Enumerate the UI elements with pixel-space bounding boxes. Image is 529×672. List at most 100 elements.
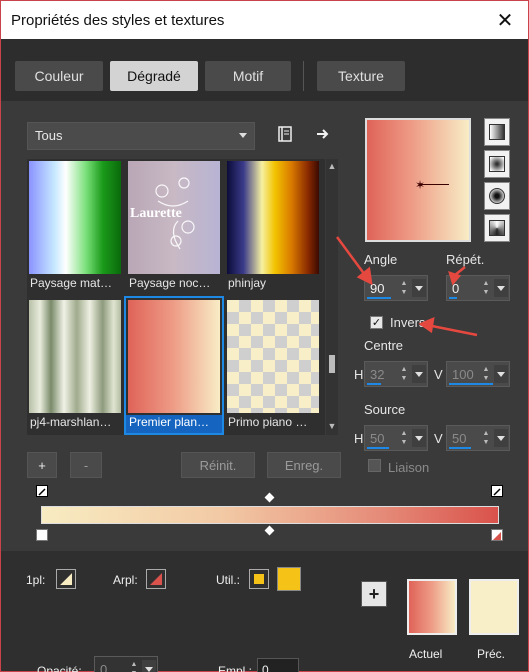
thumb-label: Primo piano … — [225, 415, 321, 433]
bottom-midpoint-marker[interactable] — [264, 525, 275, 536]
category-value: Tous — [35, 128, 63, 143]
source-h-slider-bar — [367, 447, 389, 449]
gradient-gallery: Paysage mat… Laurette Paysage noc… phinj… — [27, 159, 325, 435]
close-icon[interactable]: ✕ — [492, 7, 518, 33]
center-h-slider-bar — [367, 383, 381, 385]
source-v-label: V — [434, 431, 443, 446]
add-swatch-button[interactable]: + — [361, 581, 387, 607]
gradient-editor — [27, 485, 507, 545]
thumb-paysage-mat[interactable]: Paysage mat… — [27, 159, 123, 294]
source-h-value: 50 — [370, 431, 385, 446]
thumb-label: Premier plan… — [126, 415, 222, 433]
thumb-image — [227, 161, 319, 274]
thumb-label: pj4-marshlan… — [27, 415, 123, 433]
annotation-arrows — [335, 236, 478, 337]
center-v-slider-bar — [449, 383, 493, 385]
thumb-image: Laurette — [128, 161, 220, 274]
background-swatch[interactable] — [146, 569, 166, 589]
user-color-chip — [254, 574, 264, 584]
scroll-up-icon[interactable]: ▲ — [327, 161, 337, 173]
tab-bar: Couleur Dégradé Motif Texture — [1, 39, 528, 101]
radial-style-button[interactable] — [484, 182, 510, 210]
center-marker-icon[interactable]: ✶ — [415, 178, 425, 192]
thumb-primo-piano[interactable]: Primo piano … — [225, 298, 321, 433]
direction-line — [419, 184, 449, 185]
opacity-label: Opacité: — [37, 664, 82, 672]
thumb-image — [29, 300, 121, 413]
previous-label: Préc. — [477, 647, 506, 661]
watermark-text: Laurette — [130, 206, 182, 221]
source-h-dropdown-icon[interactable] — [412, 429, 426, 447]
top-midpoint-marker[interactable] — [264, 492, 275, 503]
reset-button[interactable]: Réinit. — [181, 452, 255, 478]
gradient-bar[interactable] — [41, 506, 499, 524]
styles-textures-window: Propriétés des styles et textures ✕ Coul… — [1, 1, 528, 672]
floral-watermark-icon: Laurette — [130, 177, 195, 250]
gradient-panel: Tous Paysage mat… Laurette Paysage noc… … — [1, 101, 528, 551]
thumb-phinjay[interactable]: phinjay — [225, 159, 321, 294]
top-right-stop[interactable] — [491, 485, 503, 497]
dialog-content: Couleur Dégradé Motif Texture Tous Paysa… — [1, 39, 528, 672]
scroll-down-icon[interactable]: ▼ — [327, 421, 337, 433]
thumb-label: phinjay — [225, 276, 321, 294]
opacity-dropdown-icon[interactable] — [142, 660, 156, 672]
user-color-swatch[interactable] — [277, 567, 301, 591]
foreground-swatch[interactable] — [56, 569, 76, 589]
bottom-right-stop[interactable] — [491, 529, 503, 541]
radial-style-icon — [489, 188, 505, 204]
bottom-panel: 1pl: Arpl: Util.: Opacité: 0 ▲▼ Empl.: 0… — [1, 551, 528, 672]
thumb-pj4-marshlan[interactable]: pj4-marshlan… — [27, 298, 123, 433]
bottom-left-stop[interactable] — [36, 529, 48, 541]
source-h-stepper-icon[interactable]: ▲ ▼ — [399, 429, 409, 447]
source-h-field[interactable]: 50 ▲ ▼ — [364, 425, 428, 451]
tab-texture[interactable]: Texture — [317, 61, 405, 91]
rectangular-style-button[interactable] — [484, 150, 510, 178]
add-gradient-button[interactable]: + — [27, 452, 57, 478]
source-v-dropdown-icon[interactable] — [494, 429, 508, 447]
window-title: Propriétés des styles et textures — [11, 12, 225, 29]
thumb-paysage-noc[interactable]: Laurette Paysage noc… — [126, 159, 222, 294]
opacity-field[interactable]: 0 ▲▼ — [94, 656, 158, 672]
title-bar: Propriétés des styles et textures ✕ — [1, 1, 528, 39]
save-button[interactable]: Enreg. — [267, 452, 341, 478]
arrow-right-icon[interactable] — [312, 123, 334, 145]
opacity-stepper-icon[interactable]: ▲▼ — [129, 660, 139, 672]
thumb-premier-plan[interactable]: Premier plan… — [124, 296, 224, 435]
user-swatch-small[interactable] — [249, 569, 269, 589]
linear-style-icon — [489, 124, 505, 140]
tab-separator — [303, 61, 304, 91]
source-v-slider-bar — [449, 447, 471, 449]
top-left-stop[interactable] — [36, 485, 48, 497]
tab-degrade[interactable]: Dégradé — [110, 61, 198, 91]
user-label: Util.: — [216, 573, 240, 587]
rectangular-style-icon — [489, 156, 505, 172]
linear-style-button[interactable] — [484, 118, 510, 146]
remove-gradient-button[interactable]: - — [70, 452, 102, 478]
background-label: Arpl: — [113, 573, 138, 587]
source-label: Source — [364, 402, 406, 417]
thumb-image — [227, 300, 319, 413]
source-v-value: 50 — [452, 431, 467, 446]
location-input[interactable]: 0 — [257, 658, 299, 672]
foreground-label: 1pl: — [26, 573, 46, 587]
opacity-value: 0 — [100, 662, 108, 672]
previous-swatch[interactable] — [469, 579, 519, 635]
link-checkbox[interactable] — [368, 459, 381, 472]
thumb-image — [128, 300, 220, 413]
current-swatch[interactable] — [407, 579, 457, 635]
chevron-down-icon — [239, 133, 247, 138]
source-v-stepper-icon[interactable]: ▲ ▼ — [481, 429, 491, 447]
gradient-preview[interactable]: ✶ — [365, 118, 471, 242]
link-label: Liaison — [388, 460, 430, 475]
thumb-image — [29, 161, 121, 274]
source-v-field[interactable]: 50 ▲ ▼ — [446, 425, 510, 451]
category-dropdown[interactable]: Tous — [27, 122, 255, 150]
tab-motif[interactable]: Motif — [205, 61, 291, 91]
book-icon[interactable] — [274, 123, 296, 145]
current-label: Actuel — [409, 647, 443, 661]
location-label: Empl.: — [218, 664, 253, 672]
source-h-label: H — [354, 431, 364, 446]
thumb-label: Paysage mat… — [27, 276, 123, 294]
thumb-label: Paysage noc… — [126, 276, 222, 294]
tab-couleur[interactable]: Couleur — [15, 61, 103, 91]
